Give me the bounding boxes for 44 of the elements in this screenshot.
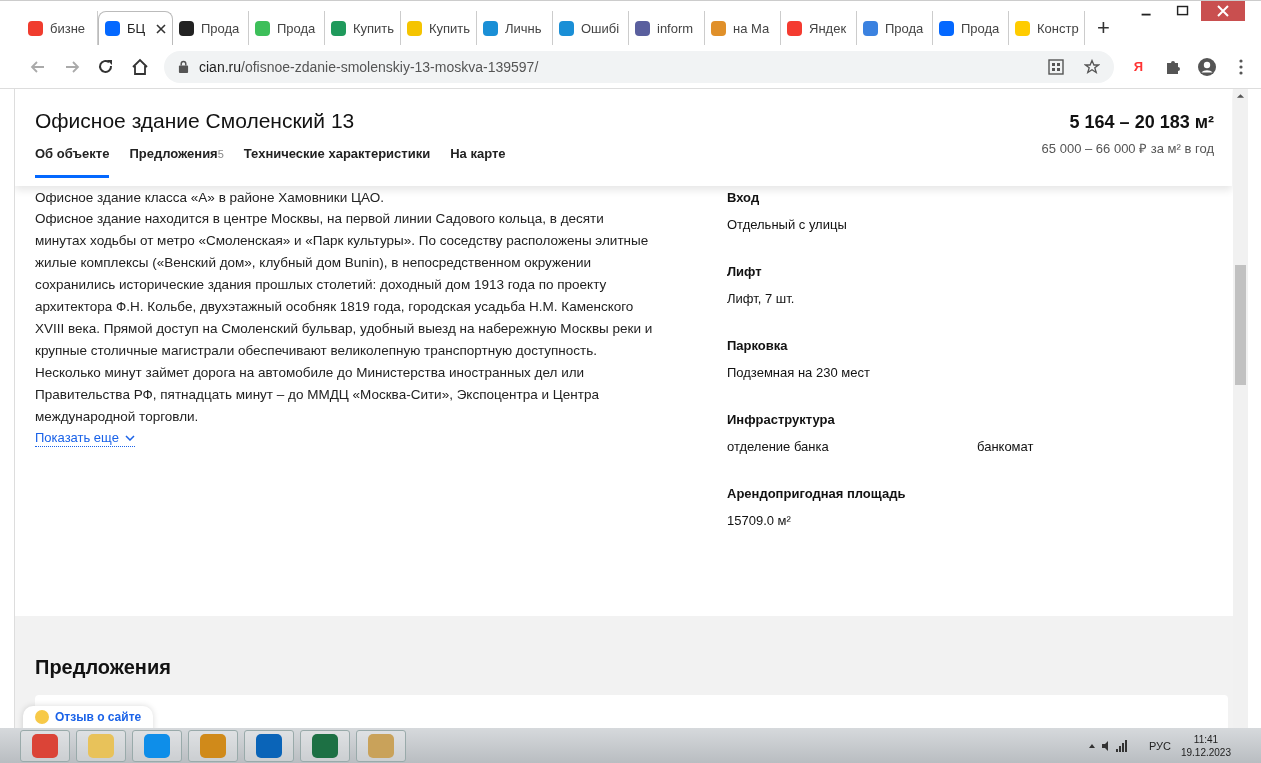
- nav-tab[interactable]: Технические характеристики: [243, 146, 431, 178]
- description-text: Офисное здание класса «А» в районе Хамовники ЦАО.: [35, 189, 385, 207]
- profile-icon[interactable]: [1197, 56, 1217, 77]
- scrollbar-thumb[interactable]: [1235, 265, 1246, 385]
- spec-label: Парковка: [727, 337, 789, 355]
- spec-value: Лифт, 7 шт.: [727, 290, 796, 308]
- page-title: Офисное здание Смоленский 13: [35, 109, 356, 133]
- close-icon[interactable]: [156, 23, 166, 34]
- scrollbar[interactable]: [1233, 89, 1248, 728]
- clock-date[interactable]: 19.12.2023: [1180, 745, 1231, 759]
- feedback-button[interactable]: Отзыв о сайте: [23, 706, 154, 728]
- new-tab-button[interactable]: +: [1085, 15, 1122, 41]
- spec-value: отделение банка: [727, 438, 830, 456]
- price-range: 65 000 – 66 000 ₽ за м² в год: [1041, 140, 1214, 157]
- show-more-link[interactable]: Показать еще: [35, 430, 135, 447]
- area-range: 5 164 – 20 183 м²: [1068, 112, 1214, 133]
- star-icon[interactable]: [1083, 58, 1100, 75]
- app-icon[interactable]: [20, 729, 70, 762]
- address-bar[interactable]: cian.ru/ofisnoe-zdanie-smolenskiy-13-moskva-139597/: [164, 50, 1114, 83]
- spec-label: Инфраструктура: [727, 411, 836, 429]
- app-icon[interactable]: [300, 729, 350, 762]
- spec-label: Лифт: [727, 263, 763, 281]
- nav-tab[interactable]: Предложения5: [129, 146, 224, 178]
- nav-tab[interactable]: Об объекте: [35, 146, 110, 178]
- scroll-up-arrow-icon[interactable]: [1236, 93, 1245, 99]
- section-heading: Предложения: [35, 656, 172, 679]
- spec-value: 15709.0 м²: [727, 512, 792, 530]
- app-icon[interactable]: [132, 729, 182, 762]
- app-icon[interactable]: [244, 729, 294, 762]
- spec-value: Отдельный с улицы: [727, 216, 848, 234]
- spec-value: Подземная на 230 мест: [727, 364, 871, 382]
- clock-time[interactable]: 11:41: [1193, 732, 1219, 746]
- spec-value: банкомат: [977, 438, 1035, 456]
- description-text: Офисное здание находится в центре Москвы, на первой линии Садового кольца, в десяти минутах ходьбы от метро «Смоленская» и «Парк культуры». По соседству расположены элитные жилые комплексы («Венский дом», клубный дом Bunin), в непосредственном окружении сохранились исторические здания прошлых столетий: доходный дом 1913 года по проекту архитектора Ф.Н. Кольбе, двухэтажный особняк 1819 года, городская усадьба Н.М. Каменского XVIII века. Прямой доступ на Смоленский бульвар, удобный выезд на набережную Москвы реки и крупные столичные магистрали обеспечивают великолепную транспортную доступность. Несколько минут займет дорога на автомобиле до Министерства иностранных дел или Правительства РФ, пятнадцать минут – до ММДЦ «Москва-Сити», Экспоцентра и Центра международной торговли.: [35, 210, 654, 426]
- chevron-down-icon[interactable]: [124, 435, 135, 441]
- nav-tab[interactable]: На карте: [450, 146, 506, 178]
- qr-code-icon[interactable]: [1047, 58, 1064, 75]
- home-icon[interactable]: [130, 56, 150, 77]
- yandex-extension-button[interactable]: Я: [1127, 59, 1149, 74]
- keyboard-language[interactable]: РУС: [1148, 739, 1171, 752]
- spec-label: Вход: [727, 189, 761, 207]
- spec-label: Арендопригодная площадь: [727, 485, 907, 503]
- browser-tab[interactable]: БЦ: [98, 11, 173, 45]
- lock-icon: [178, 60, 189, 73]
